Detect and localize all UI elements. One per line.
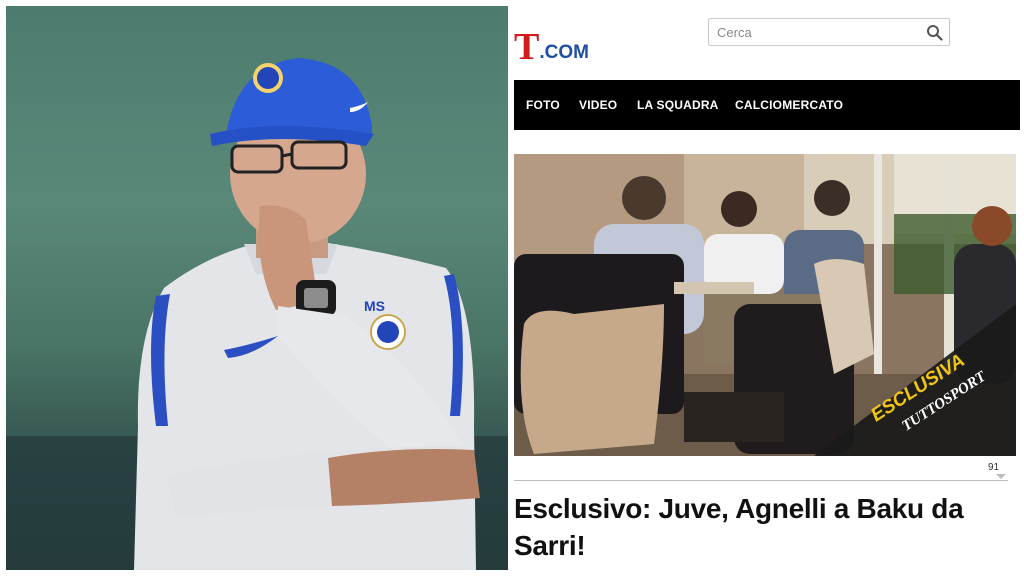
coach-photo: MS	[6, 6, 508, 570]
search-input[interactable]	[717, 19, 917, 45]
main-nav: FOTO VIDEO LA SQUADRA CALCIOMERCATO	[514, 80, 1020, 130]
search-box	[708, 18, 950, 46]
nav-item-calciomercato[interactable]: CALCIOMERCATO	[735, 80, 843, 130]
nav-item-video[interactable]: VIDEO	[579, 80, 617, 130]
site-logo[interactable]: T .COM	[514, 16, 589, 66]
site-header: T .COM	[514, 6, 1020, 78]
comment-bubble-tail	[996, 474, 1006, 479]
shirt-initials: MS	[364, 298, 385, 314]
nav-item-foto[interactable]: FOTO	[526, 80, 560, 130]
logo-suffix: .COM	[539, 42, 589, 63]
headline-line-2: Sarri!	[514, 530, 586, 561]
comment-count[interactable]: 91	[988, 462, 999, 473]
nav-item-la-squadra[interactable]: LA SQUADRA	[637, 80, 719, 130]
headline-line-1: Esclusivo: Juve, Agnelli a Baku da	[514, 493, 964, 524]
logo-mark: T	[514, 26, 540, 68]
news-site-screenshot: T .COM FOTO VIDEO LA SQUADRA CALCIOMERCA…	[514, 6, 1020, 570]
divider	[514, 480, 1008, 481]
search-icon[interactable]	[926, 24, 943, 41]
coach-illustration: MS	[6, 58, 508, 570]
article-headline[interactable]: Esclusivo: Juve, Agnelli a Baku da Sarri…	[514, 490, 1020, 564]
article-photo[interactable]: ESCLUSIVA TUTTOSPORT	[514, 154, 1016, 456]
